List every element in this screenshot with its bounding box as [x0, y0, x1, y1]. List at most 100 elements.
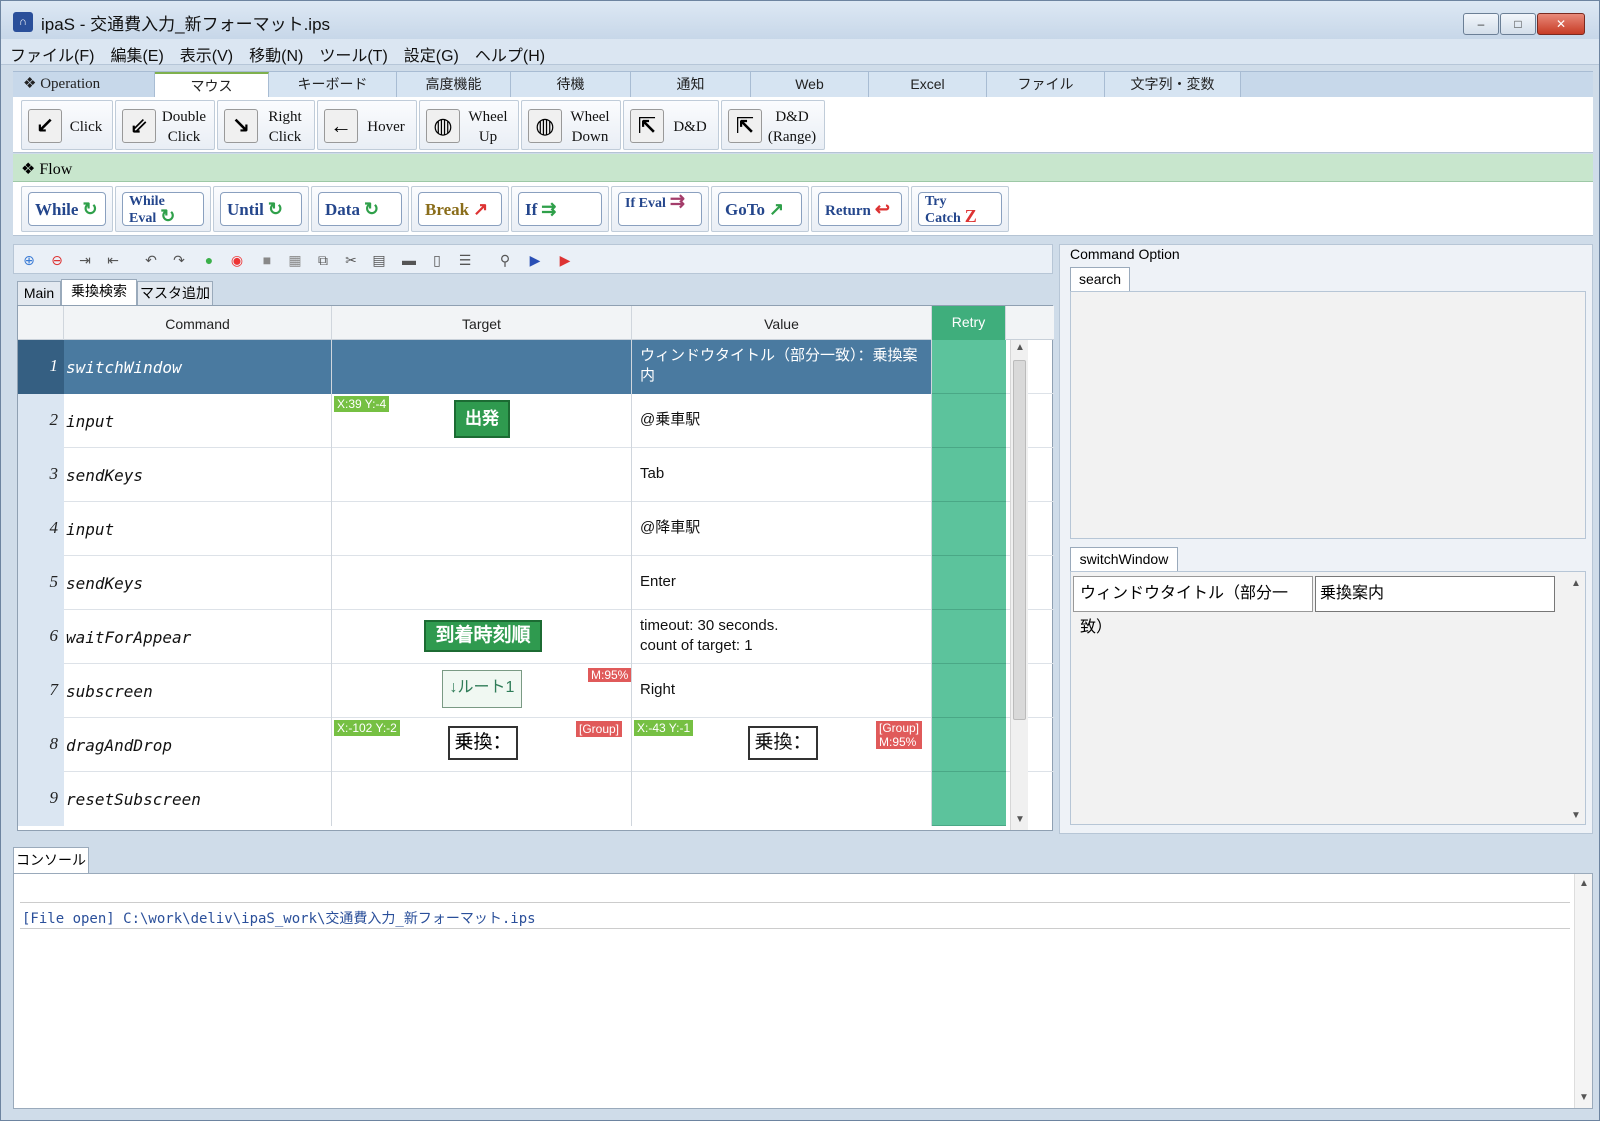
command-cell[interactable]: subscreen — [64, 664, 332, 718]
if-button[interactable]: If ⇉ — [511, 186, 609, 232]
retry-cell[interactable] — [932, 448, 1006, 502]
goto-button[interactable]: GoTo ↗ — [711, 186, 809, 232]
table-row[interactable]: 1 switchWindow ウィンドウタイトル（部分一致）：乗換案内 — [18, 340, 1054, 394]
target-cell[interactable] — [332, 502, 632, 556]
grid-icon[interactable]: ▦ — [286, 251, 304, 269]
until-button[interactable]: Until ↻ — [213, 186, 309, 232]
command-cell[interactable]: dragAndDrop — [64, 718, 332, 772]
stop-icon[interactable]: ■ — [258, 251, 276, 269]
maximize-button[interactable]: □ — [1500, 13, 1536, 35]
menu-view[interactable]: 表示(V) — [171, 39, 240, 66]
tab-keyboard[interactable]: キーボード — [269, 72, 397, 98]
if-eval-button[interactable]: If Eval ⇉ — [611, 186, 709, 232]
retry-cell[interactable] — [932, 718, 1006, 772]
wheel-up-button[interactable]: ◍ Wheel Up — [419, 100, 519, 150]
menu-settings[interactable]: 設定(G) — [395, 39, 466, 66]
menu-edit[interactable]: 編集(E) — [101, 39, 170, 66]
close-button[interactable]: ✕ — [1537, 13, 1585, 35]
table-row[interactable]: 6 waitForAppear 到着時刻順 timeout: 30 second… — [18, 610, 1054, 664]
window-title-field[interactable]: 乗換案内 — [1315, 576, 1555, 612]
indent-icon[interactable]: ⇥ — [76, 251, 94, 269]
menu-help[interactable]: ヘルプ(H) — [466, 39, 552, 66]
scroll-down-icon[interactable]: ▼ — [1579, 1092, 1589, 1103]
value-cell[interactable]: Enter — [632, 556, 932, 610]
value-cell[interactable]: ウィンドウタイトル（部分一致）：乗換案内 — [632, 340, 932, 394]
value-cell[interactable] — [632, 772, 932, 826]
value-cell[interactable]: timeout: 30 seconds. count of target: 1 — [632, 610, 932, 664]
tab-excel[interactable]: Excel — [869, 72, 987, 98]
value-cell[interactable]: X:-43 Y:-1 乗換： [Group] M:95% — [632, 718, 932, 772]
command-cell[interactable]: sendKeys — [64, 556, 332, 610]
scrollbar-thumb[interactable] — [1013, 360, 1026, 720]
command-cell[interactable]: input — [64, 394, 332, 448]
table-row[interactable]: 8 dragAndDrop X:-102 Y:-2 [Group] 乗換： X:… — [18, 718, 1054, 772]
right-click-button[interactable]: ↘ Right Click — [217, 100, 315, 150]
while-eval-button[interactable]: While Eval ↻ — [115, 186, 211, 232]
target-cell[interactable] — [332, 340, 632, 394]
undo-icon[interactable]: ↶ — [142, 251, 160, 269]
grid-scrollbar[interactable]: ▲ ▼ — [1010, 340, 1028, 830]
tab-notify[interactable]: 通知 — [631, 72, 751, 98]
delete-row-icon[interactable]: ⊖ — [48, 251, 66, 269]
paste-icon[interactable]: ▤ — [370, 251, 388, 269]
retry-cell[interactable] — [932, 556, 1006, 610]
tab-wait[interactable]: 待機 — [511, 72, 631, 98]
tab-switch-window[interactable]: switchWindow — [1070, 547, 1178, 571]
target-cell[interactable] — [332, 556, 632, 610]
value-cell[interactable]: @乗車駅 — [632, 394, 932, 448]
scroll-down-icon[interactable]: ▼ — [1571, 810, 1581, 821]
run-icon[interactable]: ▶ — [526, 251, 544, 269]
run-from-here-icon[interactable]: ▶ — [556, 251, 574, 269]
target-cell[interactable]: ↓ルート1 M:95% — [332, 664, 632, 718]
split-icon[interactable]: ▯ — [428, 251, 446, 269]
hover-button[interactable]: ← Hover — [317, 100, 417, 150]
retry-cell[interactable] — [932, 394, 1006, 448]
data-button[interactable]: Data ↻ — [311, 186, 409, 232]
list-icon[interactable]: ☰ — [456, 251, 474, 269]
try-catch-button[interactable]: Try Catch Z — [911, 186, 1009, 232]
outdent-icon[interactable]: ⇤ — [104, 251, 122, 269]
menu-file[interactable]: ファイル(F) — [1, 39, 101, 66]
return-button[interactable]: Return ↩ — [811, 186, 909, 232]
tab-file[interactable]: ファイル — [987, 72, 1105, 98]
insert-row-icon[interactable]: ⊕ — [20, 251, 38, 269]
wheel-down-button[interactable]: ◍ Wheel Down — [521, 100, 621, 150]
target-header[interactable]: Target — [332, 306, 632, 340]
console-scrollbar[interactable]: ▲ ▼ — [1574, 874, 1592, 1108]
redo-icon[interactable]: ↷ — [170, 251, 188, 269]
tab-main[interactable]: Main — [17, 281, 61, 305]
tab-console[interactable]: コンソール — [13, 847, 89, 873]
copy-icon[interactable]: ⧉ — [314, 251, 332, 269]
scroll-up-icon[interactable]: ▲ — [1571, 578, 1581, 589]
target-cell[interactable] — [332, 772, 632, 826]
tab-mouse[interactable]: マウス — [155, 72, 269, 98]
tab-transfer-search[interactable]: 乗換検索 — [61, 279, 137, 305]
table-row[interactable]: 2 input X:39 Y:-4 出発 @乗車駅 — [18, 394, 1054, 448]
target-cell[interactable]: X:-102 Y:-2 [Group] 乗換： — [332, 718, 632, 772]
retry-cell[interactable] — [932, 664, 1006, 718]
command-cell[interactable]: sendKeys — [64, 448, 332, 502]
value-cell[interactable]: Right — [632, 664, 932, 718]
retry-cell[interactable] — [932, 772, 1006, 826]
retry-header[interactable]: Retry — [932, 306, 1006, 340]
command-cell[interactable]: resetSubscreen — [64, 772, 332, 826]
value-header[interactable]: Value — [632, 306, 932, 340]
command-cell[interactable]: input — [64, 502, 332, 556]
menu-tools[interactable]: ツール(T) — [310, 39, 394, 66]
value-cell[interactable]: @降車駅 — [632, 502, 932, 556]
drag-and-drop-button[interactable]: ⇱ D&D — [623, 100, 719, 150]
target-cell[interactable]: X:39 Y:-4 出発 — [332, 394, 632, 448]
while-button[interactable]: While ↻ — [21, 186, 113, 232]
table-row[interactable]: 5 sendKeys Enter — [18, 556, 1054, 610]
break-button[interactable]: Break ↗ — [411, 186, 509, 232]
table-row[interactable]: 9 resetSubscreen — [18, 772, 1054, 826]
tab-web[interactable]: Web — [751, 72, 869, 98]
tab-string-variable[interactable]: 文字列・変数 — [1105, 72, 1241, 98]
table-row[interactable]: 7 subscreen ↓ルート1 M:95% Right — [18, 664, 1054, 718]
scroll-up-icon[interactable]: ▲ — [1579, 878, 1589, 889]
scroll-down-icon[interactable]: ▼ — [1015, 814, 1025, 825]
retry-cell[interactable] — [932, 502, 1006, 556]
table-row[interactable]: 3 sendKeys Tab — [18, 448, 1054, 502]
tab-master-add[interactable]: マスタ追加 — [137, 281, 213, 305]
scroll-up-icon[interactable]: ▲ — [1015, 342, 1025, 353]
